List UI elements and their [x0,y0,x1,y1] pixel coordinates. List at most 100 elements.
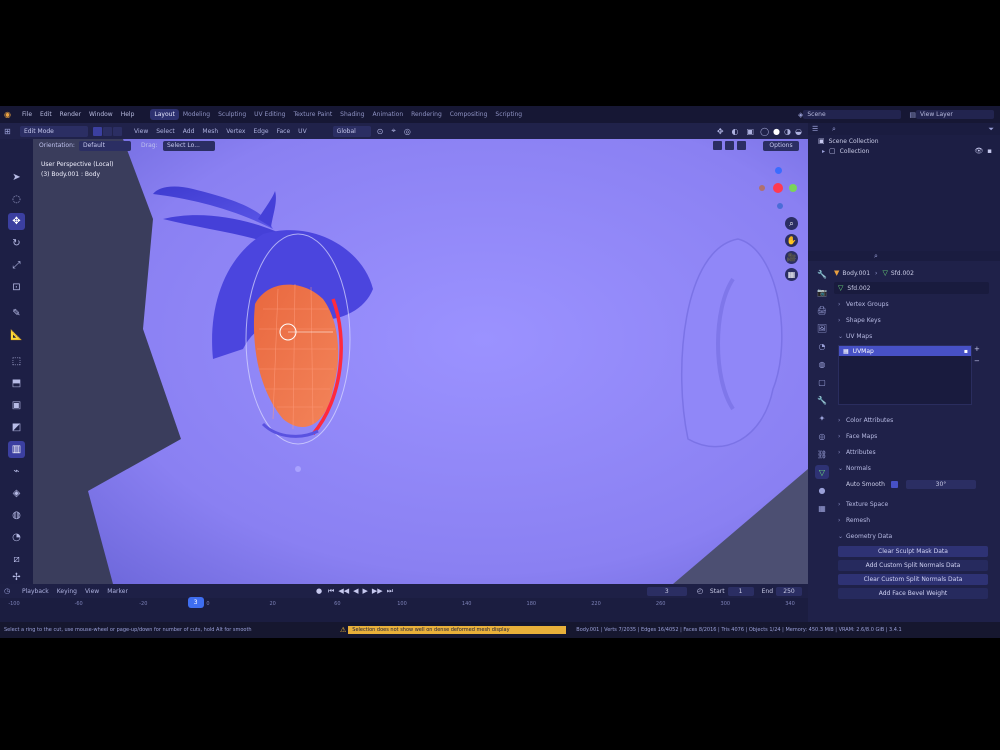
tab-shading[interactable]: Shading [336,109,368,120]
vertex-select-icon[interactable] [93,126,102,136]
section-attributes[interactable]: › Attributes [838,445,988,459]
menu-window[interactable]: Window [85,111,117,118]
tab-animation[interactable]: Animation [369,109,408,120]
tab-sculpting[interactable]: Sculpting [214,109,250,120]
next-key-icon[interactable]: ▶▶ [372,587,383,595]
shading-wireframe-icon[interactable]: ◯ [760,127,769,136]
uv-remove-icon[interactable]: − [974,357,984,365]
options-dropdown[interactable]: Options [763,141,799,151]
loop-cut-tool-icon[interactable]: ▥ [8,441,25,458]
uv-add-icon[interactable]: + [974,345,984,353]
add-face-bevel-weight-button[interactable]: Add Face Bevel Weight [838,588,988,599]
mirror-z-icon[interactable] [737,141,746,150]
cursor-select-icon[interactable]: ➤ [8,169,25,186]
tab-rendering[interactable]: Rendering [407,109,446,120]
tab-layout[interactable]: Layout [150,109,179,120]
menu-face[interactable]: Face [273,128,295,135]
blender-logo-icon[interactable]: ◉ [4,110,18,119]
menu-edit[interactable]: Edit [36,111,56,118]
bevel-tool-icon[interactable]: ◩ [8,419,25,436]
scene-selector[interactable]: Scene [803,110,902,119]
xray-toggle-icon[interactable]: ▣ [747,127,755,136]
menu-file[interactable]: File [18,111,36,118]
visibility-eye-icon[interactable]: 👁 [974,147,983,155]
play-icon[interactable]: ▶ [363,587,368,595]
collection-row[interactable]: ▸ ▢ Collection 👁 ▪ [822,147,998,155]
scale-tool-icon[interactable]: ⤢ [8,257,25,274]
constraints-tab-icon[interactable]: ⛓ [815,447,829,461]
perspective-toggle-icon[interactable]: ▦ [785,268,798,281]
uv-map-render-icon[interactable]: ▪ [964,348,968,355]
transform-tool-icon[interactable]: ⊡ [8,279,25,296]
menu-edge[interactable]: Edge [249,128,272,135]
jump-start-icon[interactable]: ⏮ [328,587,334,596]
timeline-ruler[interactable]: -100 -60 -20 0 20 60 100 140 180 220 260 300 340 [0,598,808,622]
smooth-tool-icon[interactable]: ◔ [8,529,25,546]
menu-mesh[interactable]: Mesh [198,128,222,135]
orientation-dropdown[interactable]: Default [79,141,131,151]
section-shape-keys[interactable]: › Shape Keys [838,313,988,327]
measure-tool-icon[interactable]: 📐 [8,327,25,344]
menu-help[interactable]: Help [117,111,139,118]
move-tool-icon[interactable]: ✥ [8,213,25,230]
auto-smooth-angle-field[interactable]: 30° [906,479,976,489]
uv-map-list[interactable]: ▦ UVMap ▪ [838,345,972,405]
material-tab-icon[interactable]: ● [815,483,829,497]
scene-tab-icon[interactable]: ◔ [815,339,829,353]
rotate-tool-icon[interactable]: ↻ [8,235,25,252]
add-custom-split-normals-button[interactable]: Add Custom Split Normals Data [838,560,988,571]
snap-icon[interactable]: ⌖ [391,126,396,136]
render-camera-icon[interactable]: ▪ [987,147,992,155]
pan-icon[interactable]: ✋ [785,234,798,247]
inset-tool-icon[interactable]: ▣ [8,397,25,414]
prev-key-icon[interactable]: ◀◀ [338,587,349,595]
menu-playback[interactable]: Playback [18,588,53,595]
gizmo-toggle-icon[interactable]: ✥ [717,127,724,136]
tool-tab-icon[interactable]: 🔧 [815,267,829,281]
outliner-funnel-icon[interactable]: ⏷ [988,125,994,134]
shading-rendered-icon[interactable]: ◒ [795,127,802,136]
modifier-tab-icon[interactable]: 🔧 [815,393,829,407]
tab-modeling[interactable]: Modeling [179,109,214,120]
section-vertex-groups[interactable]: › Vertex Groups [838,297,988,311]
gizmo-z-axis-icon[interactable] [775,167,782,174]
extrude-tool-icon[interactable]: ⬒ [8,375,25,392]
section-texture-space[interactable]: › Texture Space [838,497,988,511]
cursor-tool-icon[interactable]: ◌ [8,191,25,208]
face-select-icon[interactable] [113,126,122,136]
timeline-editor-icon[interactable]: ◷ [4,587,18,595]
pivot-icon[interactable]: ⊙ [377,127,384,136]
properties-search-icon[interactable]: ⌕ [874,252,878,261]
gizmo-x-axis-icon[interactable] [773,183,783,193]
gizmo-neg-z-icon[interactable] [777,203,783,209]
end-frame-field[interactable]: 250 [776,586,802,596]
section-geometry-data[interactable]: ⌄ Geometry Data [838,529,988,543]
menu-uv[interactable]: UV [294,128,311,135]
section-face-maps[interactable]: › Face Maps [838,429,988,443]
texture-tab-icon[interactable]: ▦ [815,501,829,515]
gizmo-y-axis-icon[interactable] [789,184,797,192]
world-tab-icon[interactable]: ◍ [815,357,829,371]
mirror-y-icon[interactable] [725,141,734,150]
tab-uv-editing[interactable]: UV Editing [250,109,289,120]
annotate-tool-icon[interactable]: ✎ [8,305,25,322]
object-tab-icon[interactable]: ▢ [815,375,829,389]
edge-select-icon[interactable] [103,126,112,136]
outliner-filter-icon[interactable]: ⌕ [832,125,836,134]
outliner-editor-icon[interactable]: ☰ [812,125,826,133]
menu-marker[interactable]: Marker [103,588,132,595]
shading-solid-icon[interactable]: ● [773,127,780,136]
camera-view-icon[interactable]: 🎥 [785,251,798,264]
particles-tab-icon[interactable]: ✦ [815,411,829,425]
mesh-datablock-field[interactable]: ▽ Sfd.002 [834,282,989,294]
clear-custom-split-normals-button[interactable]: Clear Custom Split Normals Data [838,574,988,585]
auto-smooth-checkbox[interactable] [891,480,898,488]
shear-tool-icon[interactable]: ⧄ [8,551,25,568]
section-uv-maps[interactable]: ⌄ UV Maps [838,329,988,343]
menu-select[interactable]: Select [152,128,179,135]
add-cube-tool-icon[interactable]: ⬚ [8,353,25,370]
mirror-x-icon[interactable] [713,141,722,150]
jump-end-icon[interactable]: ⏭ [387,587,393,596]
navigation-gizmo[interactable] [759,167,801,211]
record-icon[interactable]: ● [316,587,322,595]
